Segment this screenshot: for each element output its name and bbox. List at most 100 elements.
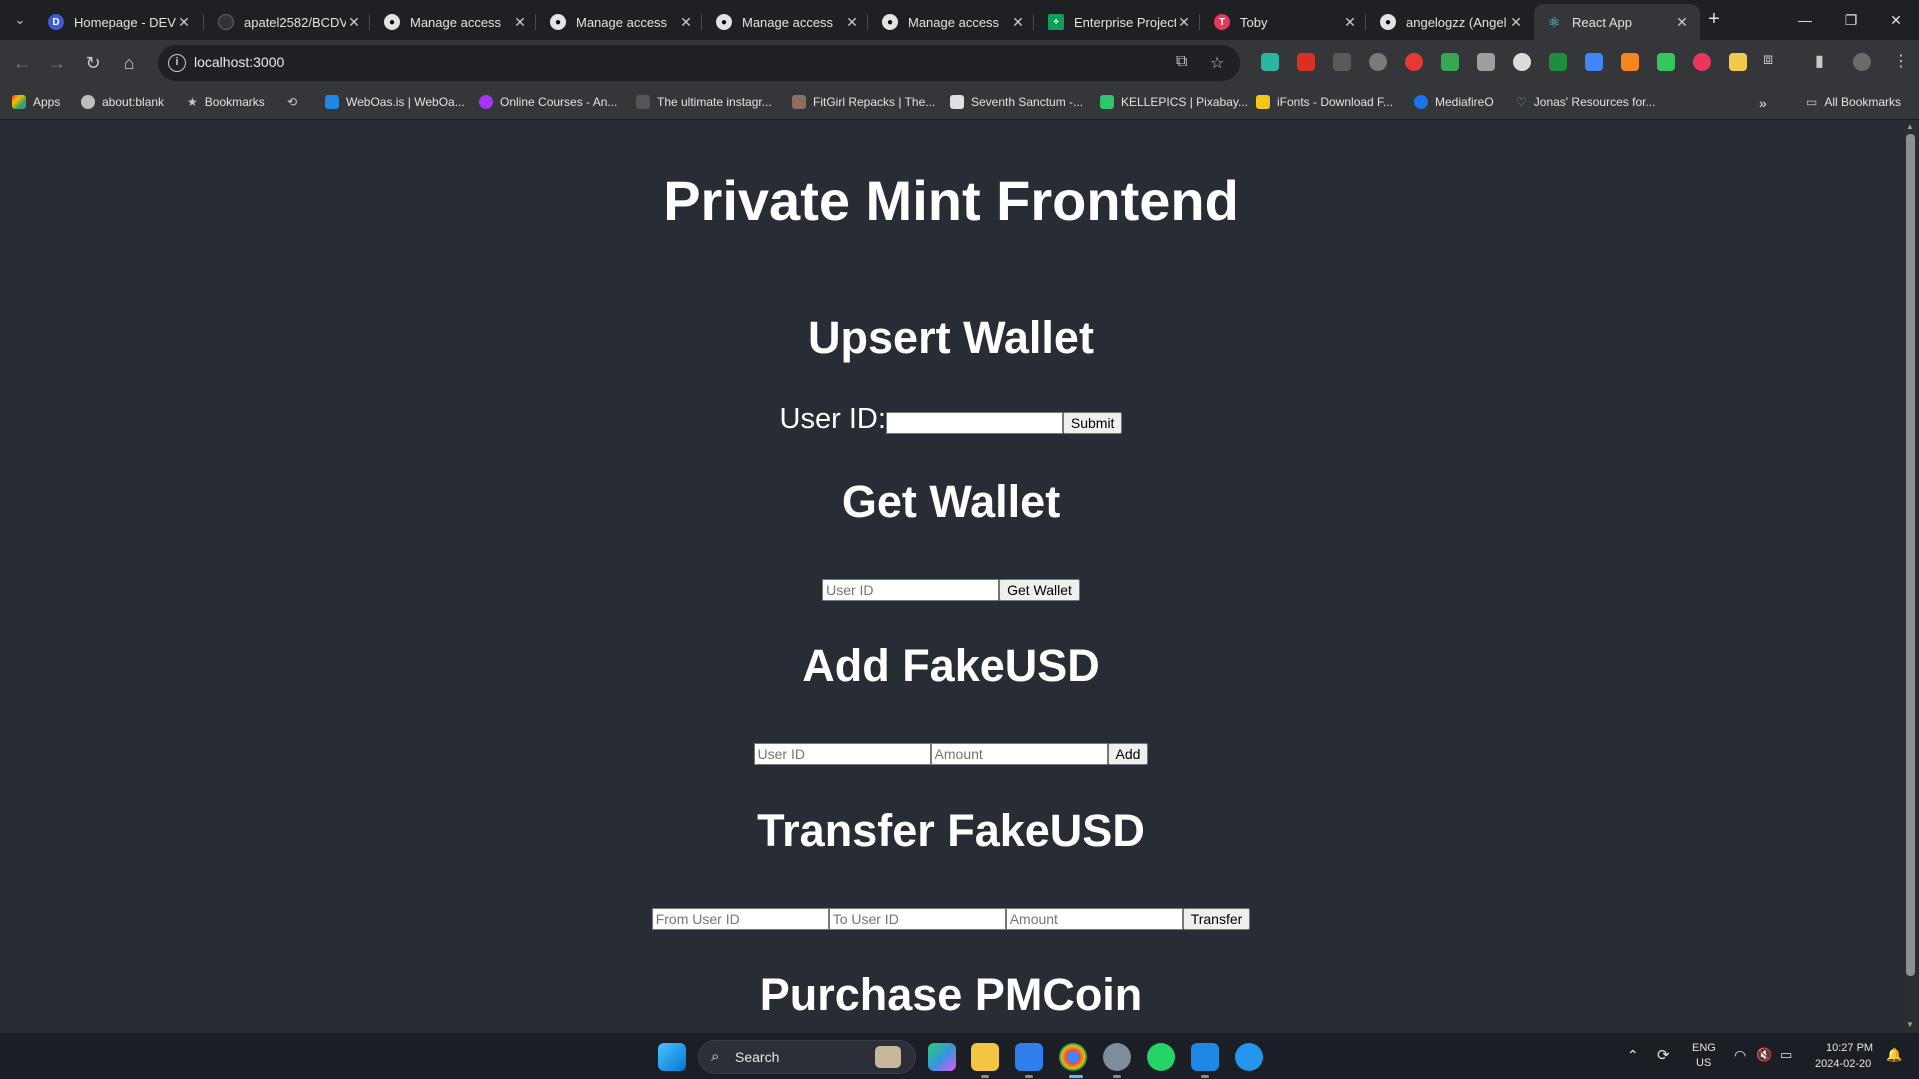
- transfer-to-user-input[interactable]: [828, 908, 1006, 930]
- toby-extension-icon[interactable]: [1693, 53, 1711, 71]
- file-explorer-icon[interactable]: [971, 1043, 999, 1071]
- restore-button[interactable]: ❐: [1828, 0, 1874, 40]
- vscode-icon[interactable]: [1191, 1043, 1219, 1071]
- get-wallet-button[interactable]: Get Wallet: [999, 579, 1080, 601]
- tab-homepage-dev[interactable]: D Homepage - DEV ✕: [36, 4, 202, 40]
- more-bookmarks-icon[interactable]: »: [1759, 95, 1767, 111]
- extension-icon-4[interactable]: [1369, 53, 1387, 71]
- windows-start-icon[interactable]: [658, 1043, 686, 1071]
- tab-apatel-repo[interactable]: apatel2582/BCDV ✕: [206, 4, 372, 40]
- new-tab-button[interactable]: +: [1700, 8, 1728, 32]
- extensions-puzzle-icon[interactable]: ⧈: [1763, 51, 1773, 69]
- volume-muted-icon[interactable]: 🔇: [1756, 1047, 1772, 1063]
- language-indicator-bottom[interactable]: US: [1696, 1057, 1711, 1069]
- transfer-button[interactable]: Transfer: [1182, 908, 1251, 930]
- forward-button[interactable]: →: [42, 48, 72, 78]
- add-button[interactable]: Add: [1107, 743, 1149, 765]
- pdf-extension-icon[interactable]: [1297, 53, 1315, 71]
- tab-manage-access-4[interactable]: ● Manage access ✕: [870, 4, 1036, 40]
- close-icon[interactable]: ✕: [346, 14, 362, 31]
- bookmark-seventh-sanctum[interactable]: Seventh Sanctum -...: [950, 95, 1083, 109]
- address-url[interactable]: localhost:3000: [194, 54, 284, 70]
- tab-manage-access-3[interactable]: ● Manage access ✕: [704, 4, 870, 40]
- microsoft-store-icon[interactable]: [1015, 1043, 1043, 1071]
- language-indicator-top[interactable]: ENG: [1692, 1042, 1716, 1054]
- tab-manage-access-2[interactable]: ● Manage access ✕: [538, 4, 704, 40]
- translate-extension-icon[interactable]: [1585, 53, 1603, 71]
- bookmark-star-icon[interactable]: ☆: [1210, 53, 1224, 73]
- bookmark-mediafire[interactable]: MediafireO: [1414, 95, 1494, 109]
- tab-toby[interactable]: T Toby ✕: [1202, 4, 1368, 40]
- page-scrollbar[interactable]: ▲ ▼: [1902, 120, 1919, 1032]
- notification-bell-icon[interactable]: 🔔: [1886, 1047, 1902, 1063]
- bookmark-fitgirl[interactable]: FitGirl Repacks | The...: [792, 95, 935, 109]
- scroll-up-icon[interactable]: ▲: [1906, 122, 1914, 131]
- bookmark-online-courses[interactable]: Online Courses - An...: [479, 95, 617, 109]
- bookmark-instagram-tool[interactable]: The ultimate instagr...: [636, 95, 772, 109]
- sync-icon[interactable]: ⟳: [1657, 1046, 1670, 1064]
- bookmark-about-blank[interactable]: about:blank: [81, 95, 164, 109]
- close-icon[interactable]: ✕: [1508, 14, 1524, 31]
- wifi-icon[interactable]: ◠: [1734, 1047, 1746, 1064]
- tray-chevron-up-icon[interactable]: ⌃: [1627, 1047, 1639, 1064]
- close-icon[interactable]: ✕: [1176, 14, 1192, 31]
- bookmark-apps[interactable]: Apps: [12, 95, 60, 109]
- tab-enterprise-project[interactable]: + Enterprise Project ✕: [1036, 4, 1202, 40]
- extension-icon-3[interactable]: [1333, 53, 1351, 71]
- close-icon[interactable]: ✕: [844, 14, 860, 31]
- scrollbar-thumb[interactable]: [1906, 134, 1915, 976]
- copilot-icon[interactable]: [928, 1043, 956, 1071]
- metamask-icon[interactable]: [1621, 53, 1639, 71]
- add-user-id-input[interactable]: [753, 743, 931, 765]
- scroll-down-icon[interactable]: ▼: [1906, 1020, 1914, 1029]
- whatsapp-icon[interactable]: [1147, 1043, 1175, 1071]
- close-icon[interactable]: ✕: [1674, 14, 1690, 31]
- address-bar[interactable]: i localhost:3000 ⧉ ☆: [158, 45, 1240, 81]
- close-icon[interactable]: ✕: [176, 14, 192, 31]
- close-icon[interactable]: ✕: [512, 14, 528, 31]
- close-icon[interactable]: ✕: [678, 14, 694, 31]
- bookmark-weboasis[interactable]: WebOas.is | WebOa...: [325, 95, 465, 109]
- upsert-user-id-input[interactable]: [885, 412, 1063, 434]
- side-panel-icon[interactable]: ▮: [1815, 51, 1824, 71]
- tab-angelogzz[interactable]: ● angelogzz (Angel ✕: [1368, 4, 1534, 40]
- all-bookmarks-button[interactable]: ▭ All Bookmarks: [1806, 95, 1901, 109]
- transfer-amount-input[interactable]: [1005, 908, 1183, 930]
- tab-react-app[interactable]: ⚛ React App ✕: [1534, 4, 1700, 40]
- extension-icon-1[interactable]: [1261, 53, 1279, 71]
- shield-extension-icon[interactable]: [1441, 53, 1459, 71]
- taskbar-search-box[interactable]: ⌕ Search: [698, 1040, 916, 1074]
- bookmark-ifonts[interactable]: iFonts - Download F...: [1256, 95, 1393, 109]
- extension-icon-9[interactable]: [1549, 53, 1567, 71]
- back-button[interactable]: ←: [7, 48, 37, 78]
- profile-avatar[interactable]: [1853, 53, 1871, 71]
- extension-icon-8[interactable]: [1513, 53, 1531, 71]
- get-wallet-user-id-input[interactable]: [822, 579, 1000, 601]
- clock-date[interactable]: 2024-02-20: [1815, 1058, 1871, 1070]
- battery-icon[interactable]: ▭: [1780, 1047, 1792, 1063]
- bookmark-jonas-resources[interactable]: ♡ Jonas' Resources for...: [1516, 95, 1655, 109]
- tab-search-chevron-icon[interactable]: ⌄: [8, 8, 32, 32]
- home-button[interactable]: ⌂: [114, 48, 144, 78]
- minimize-button[interactable]: —: [1782, 0, 1828, 40]
- settings-gear-icon[interactable]: [1103, 1043, 1131, 1071]
- install-app-icon[interactable]: ⧉: [1176, 53, 1187, 71]
- close-icon[interactable]: ✕: [1342, 14, 1358, 31]
- extension-icon-14[interactable]: [1729, 53, 1747, 71]
- submit-button[interactable]: Submit: [1062, 412, 1123, 434]
- bookmark-pixabay[interactable]: KELLEPICS | Pixabay...: [1100, 95, 1248, 109]
- docker-icon[interactable]: [1235, 1043, 1263, 1071]
- tab-manage-access-1[interactable]: ● Manage access ✕: [372, 4, 538, 40]
- menu-dots-icon[interactable]: ⋮: [1893, 51, 1909, 71]
- bookmark-bookmarks[interactable]: ★ Bookmarks: [187, 95, 265, 109]
- extension-icon-fo[interactable]: [1405, 53, 1423, 71]
- transfer-from-user-input[interactable]: [651, 908, 829, 930]
- close-icon[interactable]: ✕: [1010, 14, 1026, 31]
- extension-icon-7[interactable]: [1477, 53, 1495, 71]
- chrome-icon[interactable]: [1059, 1043, 1087, 1071]
- clock-time[interactable]: 10:27 PM: [1826, 1042, 1873, 1054]
- reload-button[interactable]: ↻: [78, 48, 108, 78]
- bookmark-history[interactable]: ⟲: [287, 95, 297, 109]
- extension-icon-12[interactable]: [1657, 53, 1675, 71]
- add-amount-input[interactable]: [930, 743, 1108, 765]
